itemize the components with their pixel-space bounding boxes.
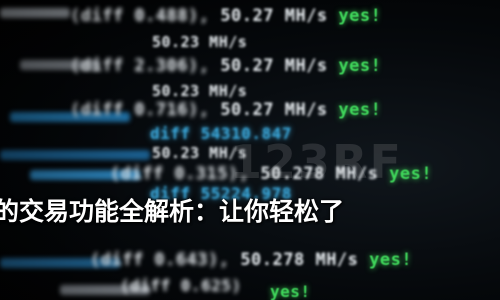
diff-text: (diff 0.716), <box>70 100 210 120</box>
left-blur-bar <box>0 150 150 160</box>
diff-text: (diff 0.625) <box>120 276 242 295</box>
diff-text: (diff 0.315), <box>110 164 250 184</box>
diff-text: (diff 0.643), <box>90 250 230 270</box>
caption-text: 的交易功能全解析：让你轻松了 <box>0 197 345 226</box>
terminal-line: yes! <box>270 282 311 300</box>
terminal-photo: (diff 0.488), 50.27 MH/s yes! 50.23 MH/s… <box>0 0 500 300</box>
terminal-line: (diff 0.625) <box>120 276 242 295</box>
status-yes-text: yes! <box>369 250 413 270</box>
status-yes-text: yes! <box>338 56 382 76</box>
status-yes-text: yes! <box>338 100 382 120</box>
diff-text: (diff 0.488), <box>70 6 210 26</box>
hash-rate-text: 50.27 MH/s <box>220 56 328 76</box>
hash-rate-text: 50.278 MH/s <box>240 250 359 270</box>
left-blur-bar <box>0 8 70 18</box>
terminal-line: (diff 0.643), 50.278 MH/s yes! <box>90 250 412 270</box>
terminal-line: (diff 2.306), 50.27 MH/s yes! <box>70 56 381 76</box>
hash-rate-text: 50.23 MH/s <box>152 82 248 100</box>
watermark: 123RF <box>230 135 403 189</box>
hash-rate-text: 50.23 MH/s <box>152 33 248 51</box>
terminal-line: (diff 0.716), 50.27 MH/s yes! <box>70 100 381 120</box>
terminal-line: (diff 0.488), 50.27 MH/s yes! <box>70 6 381 26</box>
diff-text: (diff 2.306), <box>70 56 210 76</box>
status-yes-text: yes! <box>338 6 382 26</box>
terminal-line: 50.23 MH/s <box>152 33 247 51</box>
hash-rate-text: 50.27 MH/s <box>220 100 328 120</box>
hash-rate-text: 50.27 MH/s <box>220 6 328 26</box>
status-yes-text: yes! <box>270 282 311 300</box>
terminal-line: 50.23 MH/s <box>152 82 247 100</box>
